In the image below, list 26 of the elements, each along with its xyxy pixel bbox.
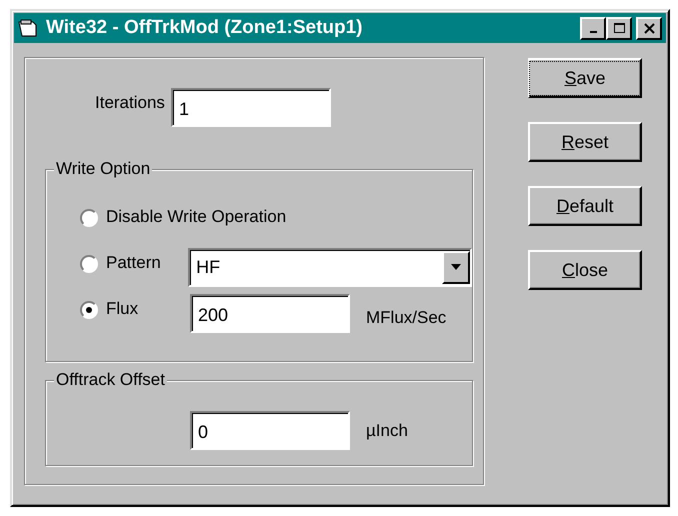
offset-field[interactable]: 0 <box>190 411 350 450</box>
option-label: Flux <box>106 298 140 320</box>
unit-label: µInch <box>366 420 408 442</box>
dialog-button[interactable]: Default <box>528 186 642 226</box>
dialog-button[interactable]: Save <box>528 58 642 98</box>
minimize-icon <box>590 31 596 33</box>
close-button[interactable] <box>636 16 662 40</box>
window-title: Wite32 - OffTrkMod (Zone1:Setup1) <box>46 16 363 40</box>
maximize-icon <box>612 22 626 34</box>
flux-field[interactable]: 200 <box>190 294 350 332</box>
radio-button[interactable] <box>80 255 98 273</box>
iterations-label: Iterations <box>95 92 165 114</box>
iterations-field[interactable]: 1 <box>170 88 331 127</box>
radio-button[interactable] <box>80 209 98 227</box>
minimize-button[interactable] <box>580 16 606 40</box>
option-label: Disable Write Operation <box>106 206 286 228</box>
dialog-button[interactable]: Close <box>528 250 642 290</box>
dialog-button[interactable]: Reset <box>528 122 642 162</box>
unit-label: MFlux/Sec <box>366 307 446 330</box>
radio-button[interactable] <box>80 301 98 319</box>
pattern-dropdown[interactable]: HF <box>188 248 472 286</box>
window-icon <box>18 19 38 37</box>
maximize-button[interactable] <box>606 16 632 40</box>
option-label: Pattern <box>106 252 162 274</box>
close-icon <box>642 22 656 34</box>
dropdown-arrow-icon <box>451 264 461 270</box>
